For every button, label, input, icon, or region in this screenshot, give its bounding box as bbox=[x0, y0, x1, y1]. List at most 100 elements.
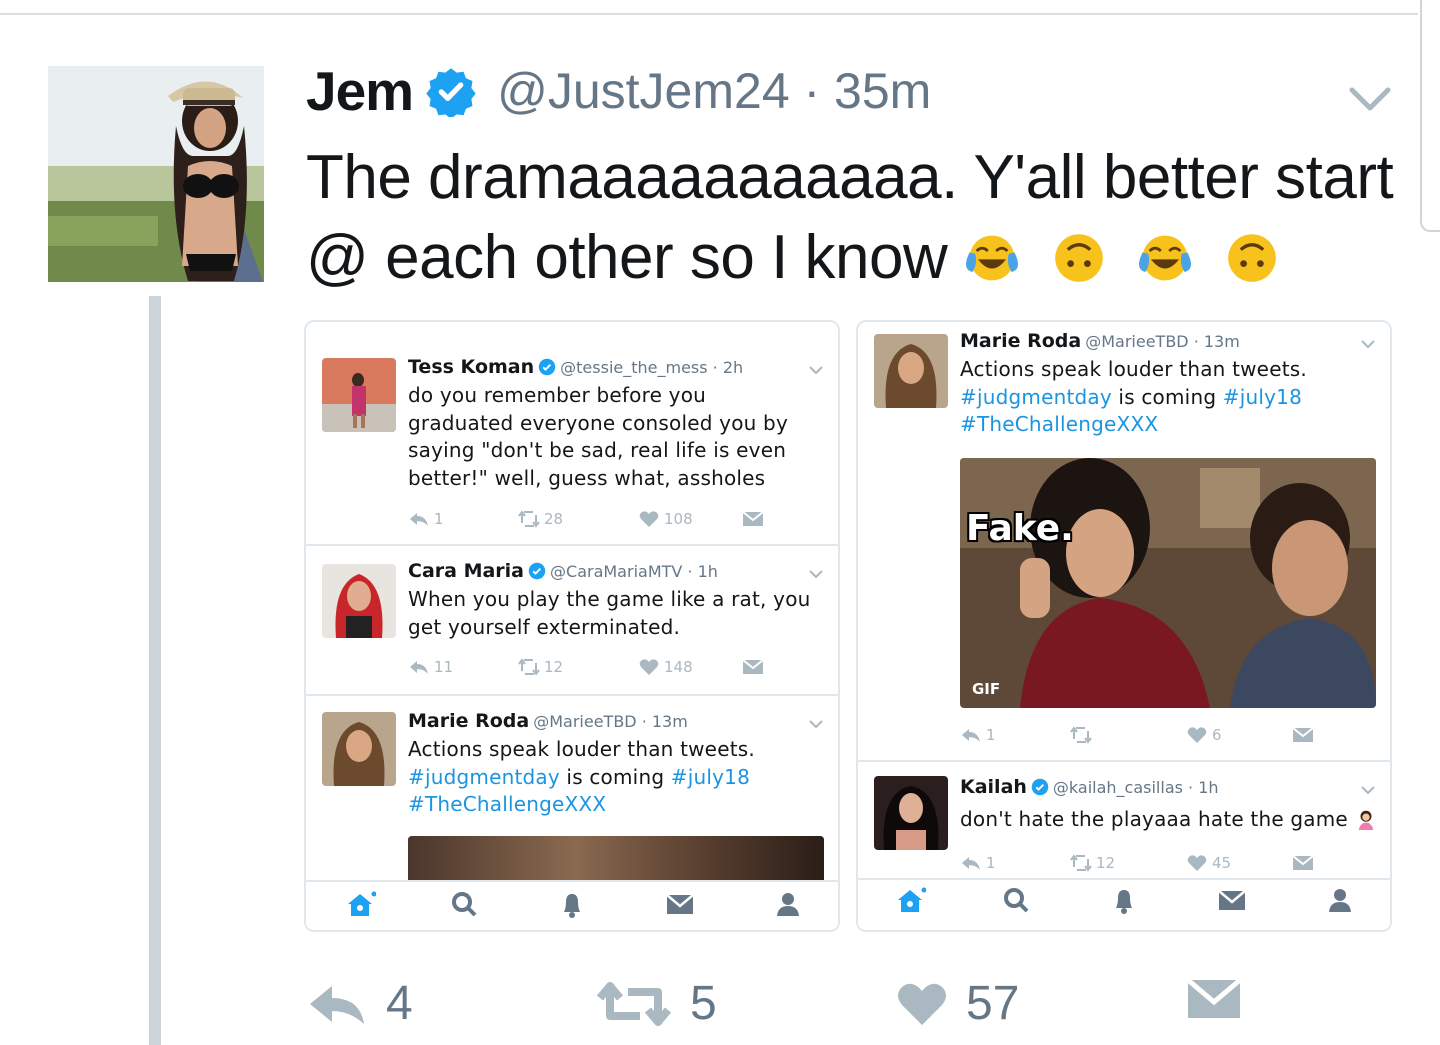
avatar bbox=[322, 358, 396, 432]
tweet-text: do you remember before you graduated eve… bbox=[408, 383, 788, 490]
hashtag-link[interactable]: #july18 bbox=[1223, 385, 1302, 409]
retweet-button[interactable]: 12 bbox=[1070, 854, 1115, 872]
profile-icon[interactable] bbox=[772, 888, 804, 920]
tweet-header: Jem @JustJem24 · 35m bbox=[306, 56, 931, 126]
upside-down-face-icon bbox=[1054, 234, 1103, 282]
list-item[interactable]: Tess Koman @tessie_the_mess · 2h do you r… bbox=[306, 322, 838, 546]
envelope-icon bbox=[1292, 855, 1314, 870]
like-button[interactable]: 45 bbox=[1186, 854, 1231, 872]
gif-badge: GIF bbox=[972, 680, 1001, 698]
reply-button[interactable]: 11 bbox=[408, 658, 453, 676]
heart-icon bbox=[1187, 855, 1207, 871]
upside-down-face-icon bbox=[1228, 234, 1277, 282]
author-handle: @kailah_casillas · 1h bbox=[1052, 778, 1219, 797]
verified-badge-icon bbox=[1031, 778, 1049, 796]
like-count: 57 bbox=[966, 977, 1020, 1030]
woman-gesturing-no-icon bbox=[1358, 810, 1373, 830]
reply-button[interactable]: 1 bbox=[960, 726, 996, 744]
retweet-icon bbox=[1070, 854, 1092, 872]
like-button[interactable]: 108 bbox=[638, 510, 693, 528]
dm-button[interactable] bbox=[742, 658, 764, 676]
like-button[interactable]: 148 bbox=[638, 658, 693, 676]
profile-icon[interactable] bbox=[1324, 884, 1356, 916]
author-name: Marie Roda bbox=[408, 710, 530, 732]
hashtag-link[interactable]: #judgmentday bbox=[960, 385, 1112, 409]
display-name[interactable]: Jem bbox=[306, 59, 414, 123]
top-divider bbox=[0, 13, 1418, 15]
direct-message-button[interactable] bbox=[1186, 976, 1242, 1020]
list-item[interactable]: Kailah @kailah_casillas · 1h don't hate t… bbox=[858, 762, 1390, 884]
reply-icon bbox=[962, 729, 980, 742]
retweet-button[interactable] bbox=[1070, 726, 1096, 744]
gif-preview[interactable]: Fake. GIF bbox=[960, 458, 1376, 708]
retweet-icon bbox=[596, 981, 672, 1026]
bottom-nav bbox=[306, 880, 838, 930]
retweet-icon bbox=[518, 658, 540, 676]
hashtag-link[interactable]: #july18 bbox=[671, 765, 750, 789]
avatar bbox=[874, 776, 948, 850]
embedded-image-right[interactable]: Marie Roda @MarieeTBD · 13m Actions speak… bbox=[856, 320, 1392, 932]
bell-icon[interactable] bbox=[1108, 884, 1140, 916]
envelope-icon bbox=[1292, 727, 1314, 742]
verified-badge-icon bbox=[538, 358, 556, 376]
chevron-down-icon bbox=[1361, 786, 1375, 795]
envelope-icon[interactable] bbox=[664, 888, 696, 920]
search-icon[interactable] bbox=[448, 888, 480, 920]
author-handle: @MarieeTBD · 13m bbox=[533, 712, 688, 731]
dm-button[interactable] bbox=[1292, 726, 1314, 744]
chevron-down-icon bbox=[809, 720, 823, 729]
retweet-icon bbox=[518, 510, 540, 528]
tweet-text: The dramaaaaaaaaaaa. Y'all better start … bbox=[306, 138, 1406, 298]
like-button[interactable]: 6 bbox=[1186, 726, 1222, 744]
avatar bbox=[322, 712, 396, 786]
chevron-down-icon bbox=[809, 570, 823, 579]
verified-badge-icon bbox=[528, 562, 546, 580]
tweet-text: When you play the game like a rat, you g… bbox=[408, 587, 811, 639]
hashtag-link[interactable]: #judgmentday bbox=[408, 765, 560, 789]
like-button[interactable]: 57 bbox=[896, 976, 1019, 1031]
reply-button[interactable]: 1 bbox=[960, 854, 996, 872]
chevron-down-icon[interactable] bbox=[1348, 84, 1392, 114]
retweet-button[interactable]: 12 bbox=[518, 658, 563, 676]
verified-badge-icon bbox=[426, 68, 476, 117]
author-name: Tess Koman bbox=[408, 356, 535, 378]
list-item[interactable]: Marie Roda @MarieeTBD · 13m Actions speak… bbox=[858, 322, 1390, 762]
home-icon[interactable] bbox=[894, 884, 926, 916]
reply-icon bbox=[962, 857, 980, 870]
bottom-nav bbox=[858, 878, 1390, 930]
retweet-count: 5 bbox=[690, 977, 717, 1030]
reply-button[interactable]: 4 bbox=[306, 976, 413, 1031]
gif-caption: Fake. bbox=[966, 508, 1074, 549]
hashtag-link[interactable]: #TheChallengeXXX bbox=[408, 792, 606, 816]
avatar[interactable] bbox=[48, 66, 264, 282]
search-icon[interactable] bbox=[1000, 884, 1032, 916]
retweet-button[interactable]: 5 bbox=[596, 976, 717, 1031]
crying-laughing-face-icon bbox=[1139, 235, 1192, 281]
scrollbar[interactable] bbox=[1420, 0, 1440, 232]
envelope-icon[interactable] bbox=[1216, 884, 1248, 916]
home-icon[interactable] bbox=[344, 888, 376, 920]
envelope-icon bbox=[742, 659, 764, 674]
reply-button[interactable]: 1 bbox=[408, 510, 444, 528]
reply-icon bbox=[410, 513, 428, 526]
author-name: Marie Roda bbox=[960, 330, 1082, 352]
reply-icon bbox=[310, 985, 364, 1024]
envelope-icon bbox=[1186, 978, 1242, 1018]
avatar bbox=[874, 334, 948, 408]
bell-icon[interactable] bbox=[556, 888, 588, 920]
dm-button[interactable] bbox=[1292, 854, 1314, 872]
retweet-button[interactable]: 28 bbox=[518, 510, 563, 528]
author-handle: @tessie_the_mess · 2h bbox=[560, 358, 744, 377]
envelope-icon bbox=[742, 511, 764, 526]
tweet-text: don't hate the playaaa hate the game bbox=[960, 807, 1348, 831]
dm-button[interactable] bbox=[742, 510, 764, 528]
heart-icon bbox=[639, 511, 659, 527]
embedded-image-left[interactable]: Tess Koman @tessie_the_mess · 2h do you r… bbox=[304, 320, 840, 932]
reply-icon bbox=[410, 661, 428, 674]
author-name: Kailah bbox=[960, 776, 1027, 798]
chevron-down-icon bbox=[1361, 340, 1375, 349]
author-handle: @CaraMariaMTV · 1h bbox=[550, 562, 718, 581]
hashtag-link[interactable]: #TheChallengeXXX bbox=[960, 412, 1158, 436]
list-item[interactable]: Cara Maria @CaraMariaMTV · 1h When you pl… bbox=[306, 546, 838, 696]
handle-and-time[interactable]: @JustJem24 · 35m bbox=[497, 62, 931, 120]
